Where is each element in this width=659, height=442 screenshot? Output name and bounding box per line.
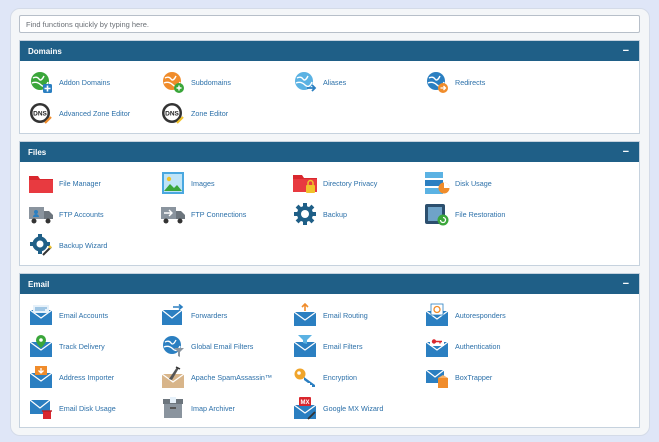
locked-folder-icon: [292, 171, 318, 195]
ftp-connections-link[interactable]: FTP Connections: [160, 201, 290, 227]
envelope-icon: [28, 303, 54, 327]
routing-envelope-icon: [292, 303, 318, 327]
advanced-zone-editor-link[interactable]: DNS Advanced Zone Editor: [28, 100, 158, 126]
wizard-gear-icon: [28, 233, 54, 257]
google-mx-wizard-link[interactable]: MX Google MX Wizard: [292, 395, 422, 421]
email-filters-link[interactable]: Email Filters: [292, 333, 422, 359]
email-panel: Email − Email Accounts Forwarders Email …: [19, 273, 640, 428]
forwarders-link[interactable]: Forwarders: [160, 302, 290, 328]
email-panel-title: Email: [28, 279, 50, 289]
dns-icon: DNS: [160, 101, 186, 125]
apache-spamassassin-link[interactable]: Apache SpamAssassin™: [160, 364, 290, 390]
redirects-icon: [424, 70, 450, 94]
forward-envelope-icon: [160, 303, 186, 327]
mx-text: MX: [301, 400, 310, 406]
domains-panel: Domains − Addon Domains Subdomains Alias…: [19, 40, 640, 134]
key-envelope-icon: [424, 334, 450, 358]
archive-box-icon: [160, 396, 186, 420]
collapse-icon[interactable]: −: [623, 278, 629, 290]
track-delivery-icon: [28, 334, 54, 358]
email-disk-usage-icon: [28, 396, 54, 420]
address-importer-link[interactable]: Address Importer: [28, 364, 158, 390]
domains-panel-header[interactable]: Domains −: [20, 41, 639, 61]
redirects-link[interactable]: Redirects: [424, 69, 554, 95]
imap-archiver-link[interactable]: Imap Archiver: [160, 395, 290, 421]
disk-usage-icon: [424, 171, 450, 195]
files-panel-title: Files: [28, 147, 47, 157]
collapse-icon[interactable]: −: [623, 45, 629, 57]
domains-panel-body: Addon Domains Subdomains Aliases Redirec…: [20, 61, 639, 124]
spamassassin-icon: [160, 365, 186, 389]
zone-editor-link[interactable]: DNS Zone Editor: [160, 100, 290, 126]
dns-text: DNS: [165, 111, 179, 118]
collapse-icon[interactable]: −: [623, 146, 629, 158]
authentication-link[interactable]: Authentication: [424, 333, 554, 359]
folder-icon: [28, 171, 54, 195]
file-restoration-icon: [424, 202, 450, 226]
autoresponder-icon: [424, 303, 450, 327]
gear-icon: [292, 202, 318, 226]
aliases-icon: [292, 70, 318, 94]
ftp-accounts-link[interactable]: FTP Accounts: [28, 201, 158, 227]
files-panel-body: File Manager Images Directory Privacy Di…: [20, 162, 639, 256]
addon-domains-link[interactable]: Addon Domains: [28, 69, 158, 95]
backup-wizard-link[interactable]: Backup Wizard: [28, 232, 158, 258]
email-accounts-link[interactable]: Email Accounts: [28, 302, 158, 328]
key-icon: [292, 365, 318, 389]
boxtrapper-icon: [424, 365, 450, 389]
import-envelope-icon: [28, 365, 54, 389]
email-routing-link[interactable]: Email Routing: [292, 302, 422, 328]
subdomains-icon: [160, 70, 186, 94]
track-delivery-link[interactable]: Track Delivery: [28, 333, 158, 359]
directory-privacy-link[interactable]: Directory Privacy: [292, 170, 422, 196]
ftp-connections-icon: [160, 202, 186, 226]
disk-usage-link[interactable]: Disk Usage: [424, 170, 554, 196]
aliases-link[interactable]: Aliases: [292, 69, 422, 95]
file-restoration-link[interactable]: File Restoration: [424, 201, 554, 227]
autoresponders-link[interactable]: Autoresponders: [424, 302, 554, 328]
mx-wizard-icon: MX: [292, 396, 318, 420]
file-manager-link[interactable]: File Manager: [28, 170, 158, 196]
image-icon: [160, 171, 186, 195]
files-panel: Files − File Manager Images Directory Pr…: [19, 141, 640, 266]
email-disk-usage-link[interactable]: Email Disk Usage: [28, 395, 158, 421]
email-panel-header[interactable]: Email −: [20, 274, 639, 294]
backup-link[interactable]: Backup: [292, 201, 422, 227]
addon-domains-icon: [28, 70, 54, 94]
domains-panel-title: Domains: [28, 46, 62, 56]
email-panel-body: Email Accounts Forwarders Email Routing …: [20, 294, 639, 420]
dns-text: DNS: [33, 111, 47, 118]
global-email-filters-link[interactable]: Global Email Filters: [160, 333, 290, 359]
subdomains-link[interactable]: Subdomains: [160, 69, 290, 95]
dns-gear-icon: DNS: [28, 101, 54, 125]
files-panel-header[interactable]: Files −: [20, 142, 639, 162]
images-link[interactable]: Images: [160, 170, 290, 196]
search-input[interactable]: [19, 15, 640, 33]
filter-envelope-icon: [292, 334, 318, 358]
ftp-truck-icon: [28, 202, 54, 226]
boxtrapper-link[interactable]: BoxTrapper: [424, 364, 554, 390]
globe-filter-icon: [160, 334, 186, 358]
encryption-link[interactable]: Encryption: [292, 364, 422, 390]
